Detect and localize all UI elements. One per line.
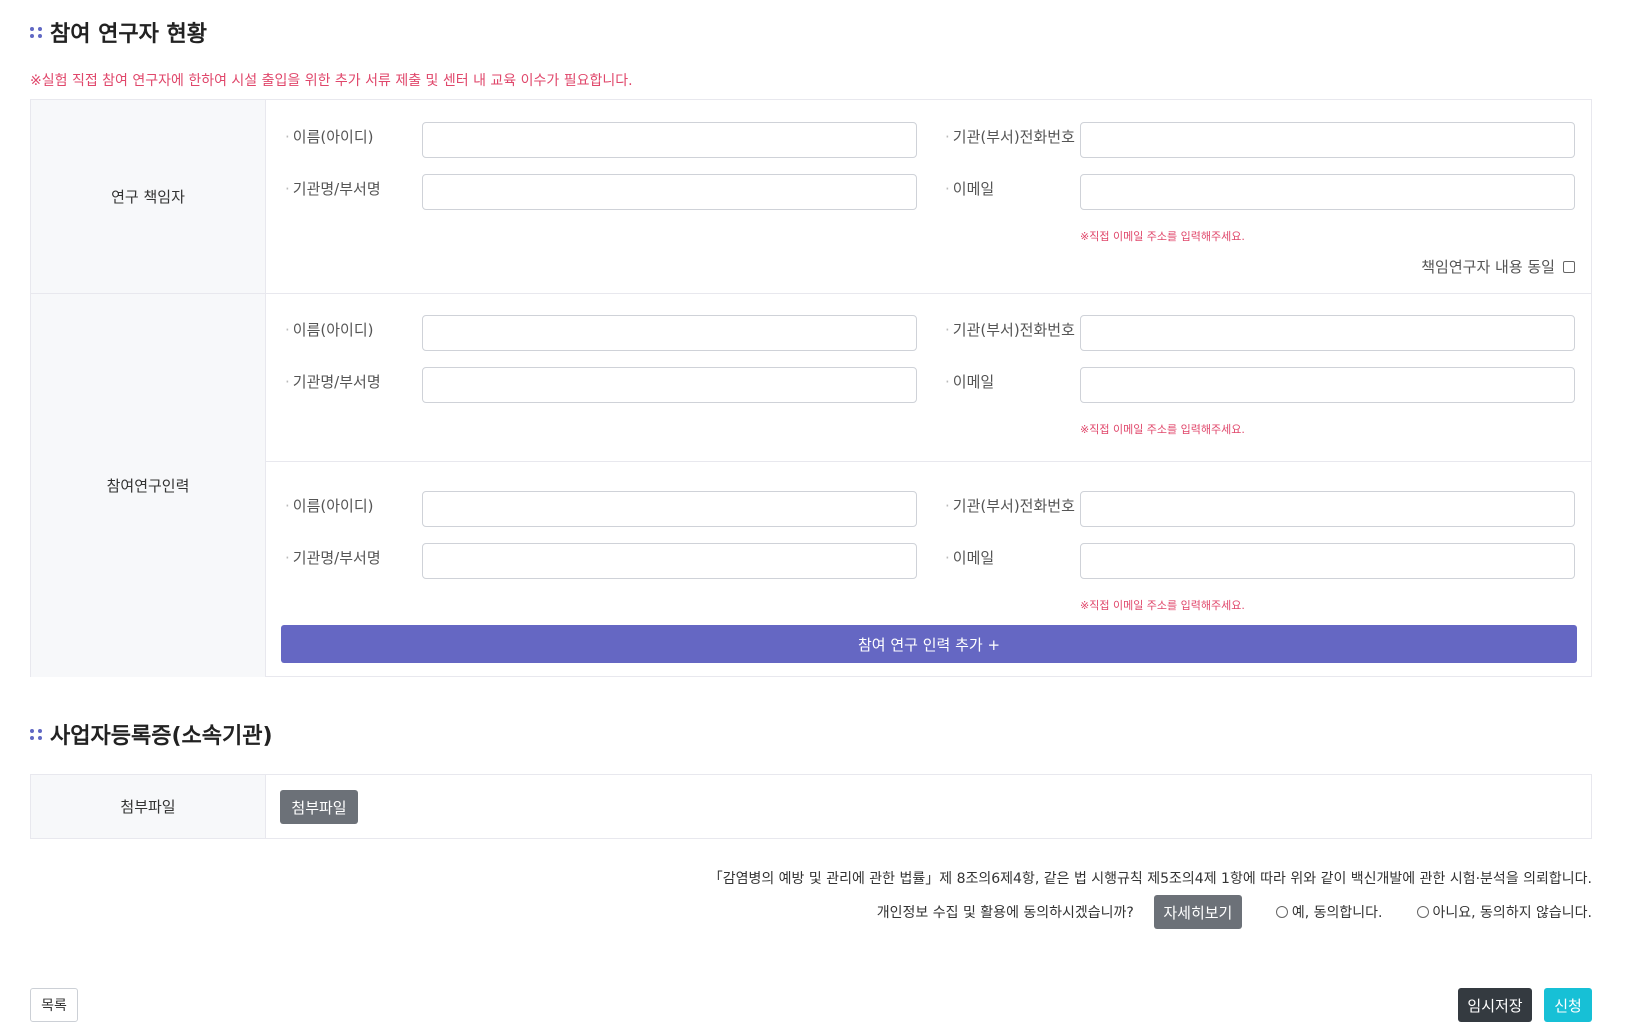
section-title-business-registration: 사업자등록증(소속기관)	[30, 718, 273, 750]
participant2-phone-input[interactable]	[1080, 491, 1575, 527]
row-label-participants: 참여연구인력	[31, 294, 266, 677]
notice-text: ※실험 직접 참여 연구자에 한하여 시설 출입을 위한 추가 서류 제출 및 …	[30, 73, 633, 89]
participant2-phone-label: 기관(부서)전화번호	[945, 495, 1075, 516]
consent-yes-option[interactable]: 예, 동의합니다.	[1275, 902, 1383, 922]
pi-org-input[interactable]	[422, 174, 917, 210]
consent-question: 개인정보 수집 및 활용에 동의하시겠습니까?	[876, 905, 1134, 921]
participant2-org-label: 기관명/부서명	[285, 547, 381, 568]
row-label-attachment: 첨부파일	[31, 775, 266, 838]
participant1-org-input[interactable]	[422, 367, 917, 403]
attachment-table: 첨부파일 첨부파일	[30, 774, 1592, 839]
pi-phone-input[interactable]	[1080, 122, 1575, 158]
participant1-phone-label: 기관(부서)전화번호	[945, 319, 1075, 340]
consent-no-label: 아니요, 동의하지 않습니다.	[1432, 905, 1592, 921]
pi-email-hint: ※직접 이메일 주소를 입력해주세요.	[1080, 230, 1245, 243]
add-participant-button[interactable]: 참여 연구 인력 추가 +	[281, 625, 1577, 663]
same-as-pi-row: 책임연구자 내용 동일	[1421, 256, 1575, 277]
bullet-dots-icon	[30, 728, 42, 740]
same-as-pi-label: 책임연구자 내용 동일	[1421, 258, 1555, 276]
section-title-participants: 참여 연구자 현황	[30, 16, 207, 48]
participant1-org-label: 기관명/부서명	[285, 371, 381, 392]
section-title-text: 사업자등록증(소속기관)	[50, 724, 273, 749]
participant2-org-input[interactable]	[422, 543, 917, 579]
participant2-email-hint: ※직접 이메일 주소를 입력해주세요.	[1080, 599, 1245, 612]
participant2-name-label: 이름(아이디)	[285, 495, 374, 516]
consent-no-radio[interactable]	[1416, 906, 1429, 918]
pi-name-label: 이름(아이디)	[285, 126, 374, 147]
pi-email-input[interactable]	[1080, 174, 1575, 210]
participant2-email-label: 이메일	[945, 547, 994, 568]
law-text: 「감염병의 예방 및 관리에 관한 법률」제 8조의6제4항, 같은 법 시행규…	[708, 871, 1592, 887]
participants-table: 연구 책임자 이름(아이디) 기관(부서)전화번호 기관명/부서명 이메일 ※직…	[30, 99, 1592, 677]
apply-button[interactable]: 신청	[1544, 988, 1592, 1022]
row-label-pi: 연구 책임자	[31, 100, 266, 293]
pi-name-input[interactable]	[422, 122, 917, 158]
temp-save-button[interactable]: 임시저장	[1458, 988, 1532, 1022]
participant1-email-input[interactable]	[1080, 367, 1575, 403]
detail-button[interactable]: 자세히보기	[1153, 895, 1242, 929]
consent-yes-radio[interactable]	[1275, 906, 1288, 918]
list-button[interactable]: 목록	[30, 988, 78, 1022]
consent-row: 개인정보 수집 및 활용에 동의하시겠습니까? 자세히보기 예, 동의합니다. …	[877, 895, 1592, 929]
participant1-email-label: 이메일	[945, 371, 994, 392]
consent-no-option[interactable]: 아니요, 동의하지 않습니다.	[1416, 902, 1592, 922]
participant-divider	[266, 461, 1591, 462]
section-title-text: 참여 연구자 현황	[50, 22, 207, 47]
pi-email-label: 이메일	[945, 178, 994, 199]
consent-yes-label: 예, 동의합니다.	[1291, 905, 1383, 921]
participant1-email-hint: ※직접 이메일 주소를 입력해주세요.	[1080, 423, 1245, 436]
participant2-email-input[interactable]	[1080, 543, 1575, 579]
pi-phone-label: 기관(부서)전화번호	[945, 126, 1075, 147]
same-as-pi-checkbox[interactable]	[1563, 260, 1575, 273]
bullet-dots-icon	[30, 26, 42, 38]
participant1-name-input[interactable]	[422, 315, 917, 351]
pi-org-label: 기관명/부서명	[285, 178, 381, 199]
participant1-phone-input[interactable]	[1080, 315, 1575, 351]
attach-file-button[interactable]: 첨부파일	[280, 790, 358, 824]
participant2-name-input[interactable]	[422, 491, 917, 527]
participant1-name-label: 이름(아이디)	[285, 319, 374, 340]
